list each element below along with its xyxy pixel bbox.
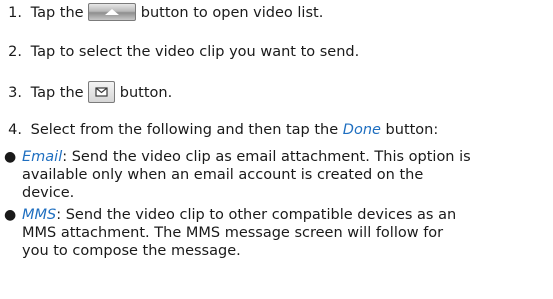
bullet-icon: ●: [4, 149, 17, 165]
step-number: 2.: [8, 44, 22, 60]
envelope-send-icon: [88, 81, 116, 103]
step-text: button.: [119, 85, 173, 101]
option-email: Email: Send the video clip as email atta…: [22, 148, 471, 166]
step-number: 3.: [8, 85, 22, 101]
step-number: 1.: [8, 5, 22, 21]
option-text: : Send the video clip as email attachmen…: [62, 149, 471, 165]
step-4: 4. Select from the following and then ta…: [0, 121, 438, 139]
option-name: MMS: [22, 207, 57, 223]
eject-arrow-icon: [88, 3, 137, 21]
option-name: Email: [22, 149, 63, 165]
option-mms: MMS: Send the video clip to other compat…: [22, 206, 456, 224]
step-3: 3. Tap the button.: [0, 81, 173, 104]
step-1: 1. Tap the button to open video list.: [0, 3, 324, 22]
option-mms-line-2: MMS attachment. The MMS message screen w…: [22, 225, 444, 241]
option-email-line-3: device.: [22, 185, 75, 201]
step-text: button:: [385, 122, 439, 138]
option-text: : Send the video clip to other compatibl…: [56, 207, 457, 223]
step-text: button to open video list.: [140, 5, 324, 21]
step-number: 4.: [8, 122, 22, 138]
done-emphasis: Done: [342, 122, 381, 138]
option-email-line-2: available only when an email account is …: [22, 167, 424, 183]
step-text: Tap to select the video clip you want to…: [30, 44, 360, 60]
bullet-icon: ●: [4, 207, 17, 223]
step-2: 2. Tap to select the video clip you want…: [0, 43, 359, 61]
step-text: Select from the following and then tap t…: [30, 122, 339, 138]
step-text: Tap the: [30, 85, 84, 101]
option-mms-line-3: you to compose the message.: [22, 243, 241, 259]
step-text: Tap the: [30, 5, 84, 21]
